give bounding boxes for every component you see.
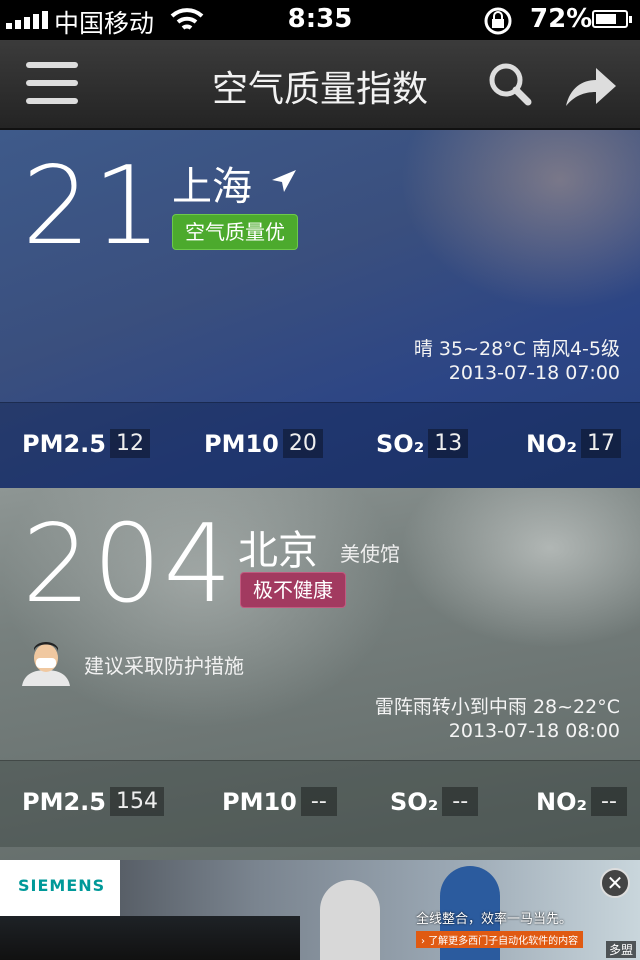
pollutant-value: 154 [110,787,164,816]
city-name: 北京 [238,528,318,574]
pollutant-label: PM10 [204,429,279,458]
battery-icon [592,10,632,28]
update-time: 2013-07-18 07:00 [448,362,620,384]
navigation-bar: 空气质量指数 [0,40,640,130]
pollutant-so2: SO₂ -- [390,787,479,816]
health-advice: 建议采取防护措施 [84,654,244,678]
pollutant-no2: NO₂ 17 [526,429,621,458]
pollutant-pm10: PM10 20 [204,429,323,458]
ad-person-image [320,880,380,960]
pollutant-value: -- [591,787,627,816]
pollutant-value: -- [442,787,479,816]
pollutant-label: NO₂ [536,787,587,816]
ad-network-label: 多盟 [605,941,636,958]
close-icon[interactable]: ✕ [600,868,630,898]
pollutant-bar: PM2.5 12 PM10 20 SO₂ 13 NO₂ 17 [0,402,640,488]
pollutant-pm25: PM2.5 154 [22,787,164,816]
pollutant-label: PM2.5 [22,429,106,458]
pollutant-value: 17 [581,429,621,458]
ad-logo-text: SIEMENS [18,876,106,895]
weather-info: 晴 35~28°C 南风4-5级 [413,338,620,360]
pollutant-label: PM10 [222,787,297,816]
pollutant-label: PM2.5 [22,787,106,816]
pollutant-so2: SO₂ 13 [376,429,469,458]
search-icon[interactable] [486,60,534,108]
mask-person-icon [22,642,70,686]
ad-link-label: 了解更多西门子自动化软件的内容 [428,936,579,947]
pollutant-value: 12 [110,429,150,458]
ad-banner[interactable]: SIEMENS 全线整合，效率一马当先。 › 了解更多西门子自动化软件的内容 多… [0,860,640,960]
ad-car-image [0,916,300,960]
city-card-beijing[interactable]: 204 北京 美使馆 极不健康 建议采取防护措施 雷阵雨转小到中雨 28~22°… [0,488,640,860]
aqi-value: 21 [22,144,164,269]
pollutant-bar: PM2.5 154 PM10 -- SO₂ -- NO₂ -- [0,760,640,847]
air-quality-badge: 极不健康 [240,572,346,608]
ad-learn-more-link[interactable]: › 了解更多西门子自动化软件的内容 [416,931,584,948]
aqi-value: 204 [22,502,235,627]
pollutant-label: SO₂ [390,787,439,816]
city-name: 上海 [172,164,252,210]
pollutant-no2: NO₂ -- [536,787,627,816]
pollutant-pm25: PM2.5 12 [22,429,150,458]
pollutant-pm10: PM10 -- [222,787,337,816]
pollutant-label: SO₂ [376,429,425,458]
pollutant-value: 20 [282,429,323,458]
battery-percent: 72% [530,4,593,34]
station-name: 美使馆 [340,542,400,566]
weather-info: 雷阵雨转小到中雨 28~22°C [374,696,620,718]
update-time: 2013-07-18 08:00 [448,720,620,742]
pollutant-value: -- [300,787,337,816]
rotation-lock-icon [484,7,512,35]
pollutant-value: 13 [428,429,469,458]
location-arrow-icon [272,170,296,192]
page-title: 空气质量指数 [211,69,428,110]
share-arrow-icon[interactable] [562,62,618,110]
city-card-shanghai[interactable]: 21 上海 空气质量优 晴 35~28°C 南风4-5级 2013-07-18 … [0,130,640,488]
air-quality-badge: 空气质量优 [172,214,298,250]
ad-logo: SIEMENS [0,860,120,916]
pollutant-label: NO₂ [526,429,577,458]
ad-slogan: 全线整合，效率一马当先。 [416,912,573,927]
status-bar: 中国移动 8:35 72% [0,0,640,40]
